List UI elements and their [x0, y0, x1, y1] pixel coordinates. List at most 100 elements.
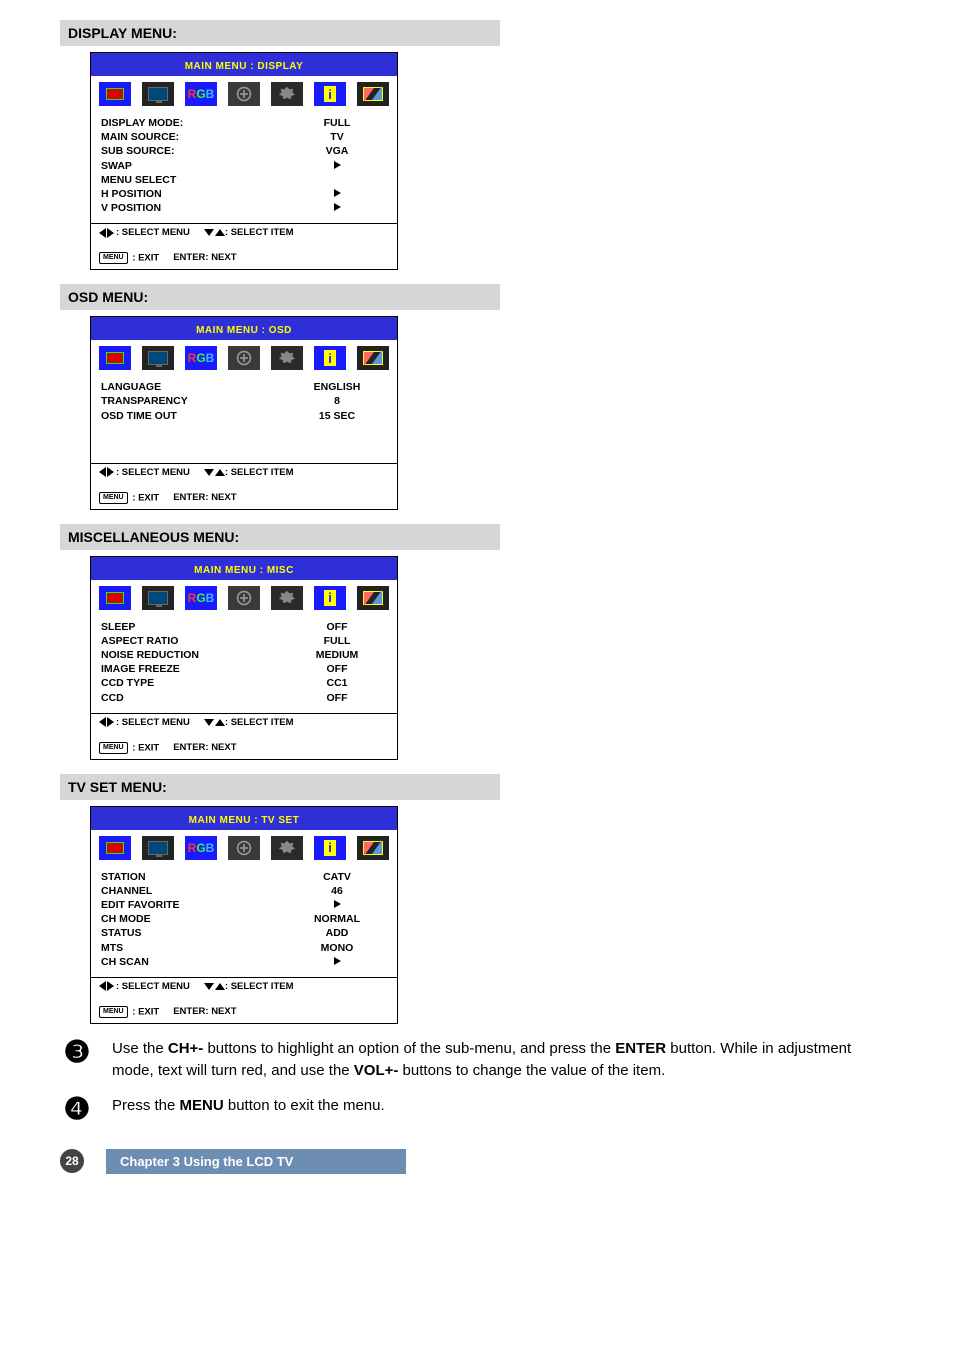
osd-row-label: MTS [101, 941, 123, 955]
display-icon [142, 82, 174, 106]
osd-row-value [287, 173, 387, 187]
rgb-icon: RGB [185, 82, 217, 106]
osd-row-value: ADD [287, 926, 387, 940]
osd-row: SUB SOURCE:VGA [101, 144, 387, 158]
misc-icon [271, 836, 303, 860]
osd-row-label: LANGUAGE [101, 380, 161, 394]
osd-row-value: OFF [287, 662, 387, 676]
section-header-misc: MISCELLANEOUS MENU: [60, 524, 500, 550]
osd-row: IMAGE FREEZE OFF [101, 662, 387, 676]
display-icon [142, 346, 174, 370]
osd-row-value [287, 187, 387, 201]
osd-row: CH MODENORMAL [101, 912, 387, 926]
panel-display: MAIN MENU : DISPLAY RGB i DISPLAY MODE:F… [90, 52, 398, 270]
tv-icon [357, 346, 389, 370]
osd-row-label: SUB SOURCE: [101, 144, 175, 158]
step-3: ❸ Use the CH+- buttons to highlight an o… [60, 1038, 894, 1083]
misc-icon [271, 82, 303, 106]
panel-tvset: MAIN MENU : TV SET RGB i STATIONCATVCHAN… [90, 806, 398, 1024]
panel-misc-footer: : SELECT MENU : SELECT ITEM MENU : EXITE… [91, 713, 397, 759]
misc-icon [271, 346, 303, 370]
osd-row: LANGUAGE ENGLISH [101, 380, 387, 394]
panel-tvset-title: MAIN MENU : TV SET [189, 815, 300, 826]
osd-icon [228, 586, 260, 610]
panel-osd: MAIN MENU : OSD RGB i LANGUAGEENGLISHTRA… [90, 316, 398, 510]
osd-row: CCD TYPE CC1 [101, 676, 387, 690]
video-icon [99, 82, 131, 106]
osd-row-value [287, 898, 387, 912]
osd-row-value: TV [287, 130, 387, 144]
osd-row: EDIT FAVORITE [101, 898, 387, 912]
osd-row-value: FULL [287, 116, 387, 130]
osd-row: TRANSPARENCY8 [101, 394, 387, 408]
rgb-icon: RGB [185, 586, 217, 610]
osd-icon [228, 346, 260, 370]
osd-row-value [287, 955, 387, 969]
osd-row: MENU SELECT [101, 173, 387, 187]
step-3-text: Use the CH+- buttons to highlight an opt… [112, 1038, 894, 1083]
osd-row-label: SWAP [101, 159, 132, 173]
panel-osd-footer: : SELECT MENU : SELECT ITEM MENU : EXITE… [91, 463, 397, 509]
tv-icon [357, 836, 389, 860]
osd-row-label: MAIN SOURCE: [101, 130, 179, 144]
video-icon [99, 346, 131, 370]
osd-row-value: 15 SEC [287, 409, 387, 423]
osd-row-label: CCD [101, 691, 124, 705]
osd-row: SWAP [101, 159, 387, 173]
osd-row: NOISE REDUCTION MEDIUM [101, 648, 387, 662]
osd-row-value: CATV [287, 870, 387, 884]
info-icon: i [314, 836, 346, 860]
tv-icon [357, 82, 389, 106]
osd-row-label: ASPECT RATIO [101, 634, 178, 648]
osd-row: OSD TIME OUT15 SEC [101, 409, 387, 423]
osd-row-value: 8 [287, 394, 387, 408]
step-4: ❹ Press the MENU button to exit the menu… [60, 1095, 894, 1125]
osd-row-label: CHANNEL [101, 884, 152, 898]
chapter-label: Chapter 3 Using the LCD TV [106, 1149, 406, 1174]
osd-row-value [287, 201, 387, 215]
panel-osd-body: LANGUAGE ENGLISHTRANSPARENCY8OSD TIME OUT… [91, 376, 397, 463]
osd-row: CHANNEL 46 [101, 884, 387, 898]
panel-misc: MAIN MENU : MISC RGB i SLEEPOFFASPECT RA… [90, 556, 398, 760]
page-footer: 28 Chapter 3 Using the LCD TV [60, 1149, 894, 1174]
osd-row: STATUSADD [101, 926, 387, 940]
panel-misc-icon-row: RGB i [91, 580, 397, 616]
osd-row-value: 46 [287, 884, 387, 898]
panel-misc-title: MAIN MENU : MISC [194, 565, 294, 576]
panel-display-icon-row: RGB i [91, 76, 397, 112]
osd-row: CH SCAN [101, 955, 387, 969]
step-4-text: Press the MENU button to exit the menu. [112, 1095, 894, 1118]
osd-row-label: EDIT FAVORITE [101, 898, 180, 912]
osd-row-label: CH MODE [101, 912, 151, 926]
osd-row: V POSITION [101, 201, 387, 215]
osd-row-label: DISPLAY MODE: [101, 116, 183, 130]
osd-row-label: STATION [101, 870, 146, 884]
osd-icon [228, 836, 260, 860]
misc-icon [271, 586, 303, 610]
osd-row-label: CH SCAN [101, 955, 149, 969]
osd-row-value: OFF [287, 620, 387, 634]
osd-row-value: MONO [287, 941, 387, 955]
osd-row-label: CCD TYPE [101, 676, 154, 690]
osd-row-label: H POSITION [101, 187, 162, 201]
video-icon [99, 586, 131, 610]
osd-row-value: MEDIUM [287, 648, 387, 662]
osd-row-label: IMAGE FREEZE [101, 662, 180, 676]
osd-row: SLEEPOFF [101, 620, 387, 634]
osd-row-value: ENGLISH [287, 380, 387, 394]
osd-row-value: CC1 [287, 676, 387, 690]
panel-osd-icon-row: RGB i [91, 340, 397, 376]
osd-row: MTS MONO [101, 941, 387, 955]
panel-misc-body: SLEEPOFFASPECT RATIOFULLNOISE REDUCTION M… [91, 616, 397, 713]
osd-row: ASPECT RATIOFULL [101, 634, 387, 648]
osd-row: DISPLAY MODE: FULL [101, 116, 387, 130]
osd-row-value: OFF [287, 691, 387, 705]
section-header-display: DISPLAY MENU: [60, 20, 500, 46]
panel-tvset-body: STATION CATV CHANNEL 46 EDIT FAVORITECH MODE… [91, 866, 397, 977]
panel-tvset-footer: : SELECT MENU : SELECT ITEM MENU : EXITE… [91, 977, 397, 1023]
osd-row: MAIN SOURCE: TV [101, 130, 387, 144]
osd-row-label: NOISE REDUCTION [101, 648, 199, 662]
info-icon: i [314, 586, 346, 610]
step-4-number: ❹ [60, 1095, 94, 1125]
info-icon: i [314, 82, 346, 106]
